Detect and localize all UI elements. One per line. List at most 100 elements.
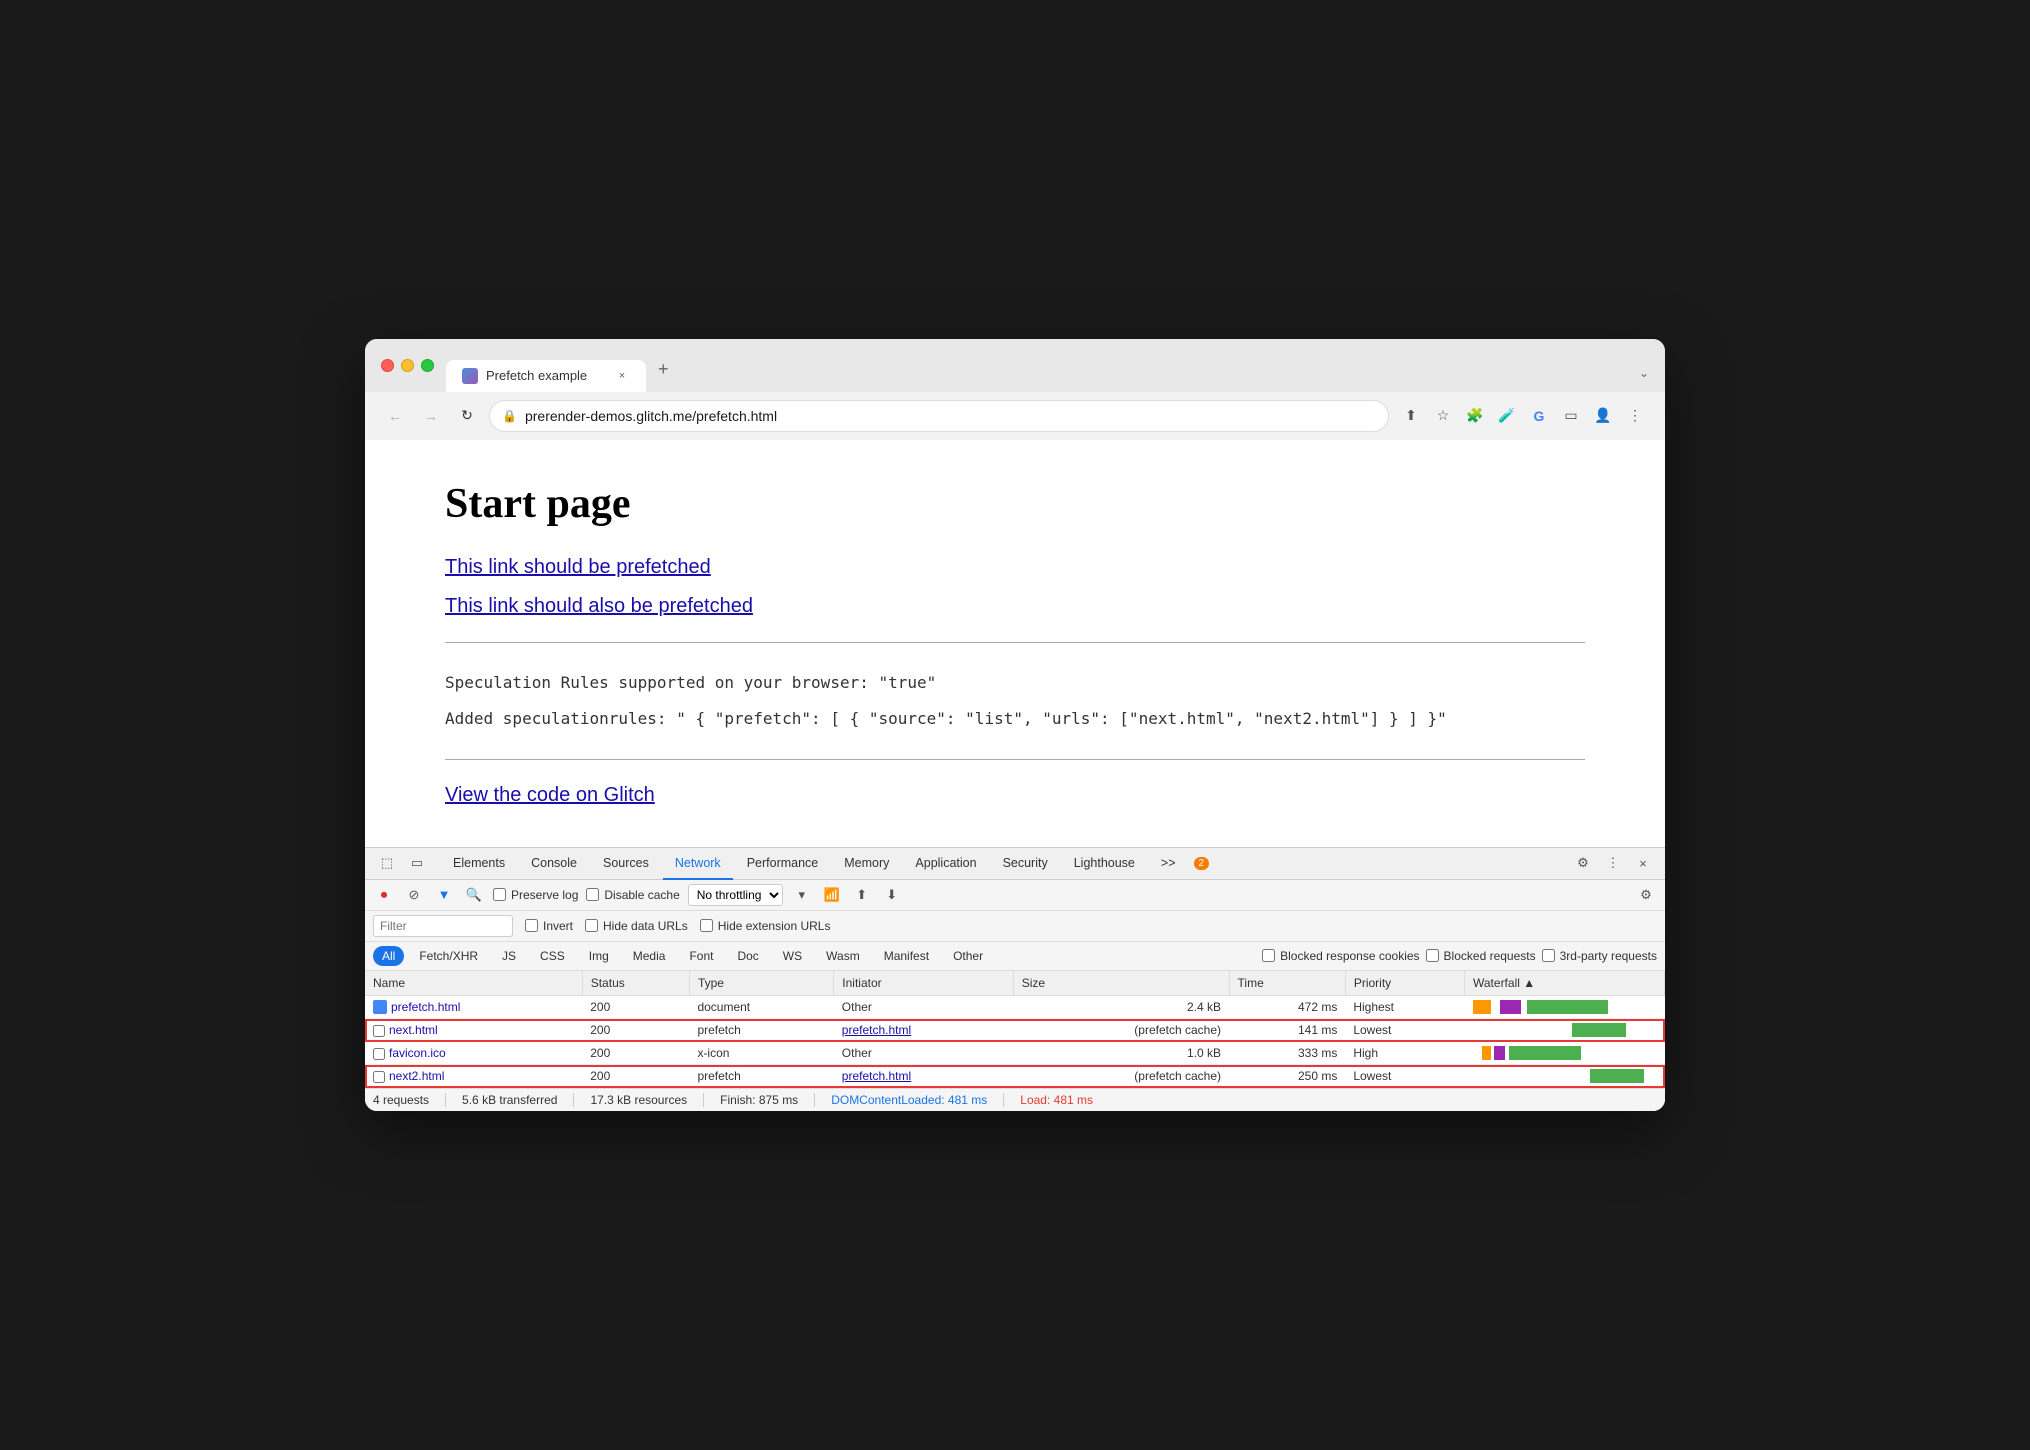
bytes-transferred: 5.6 kB transferred bbox=[462, 1093, 557, 1107]
record-button[interactable]: ⏺ bbox=[373, 884, 395, 906]
throttle-select[interactable]: No throttling bbox=[688, 884, 783, 906]
th-initiator[interactable]: Initiator bbox=[834, 971, 1013, 996]
close-traffic-light[interactable] bbox=[381, 359, 394, 372]
side-panel-icon[interactable]: ▭ bbox=[1557, 402, 1585, 430]
filter-manifest[interactable]: Manifest bbox=[875, 946, 938, 966]
initiator-link[interactable]: prefetch.html bbox=[842, 1069, 911, 1083]
wifi-icon[interactable]: 📶 bbox=[821, 884, 843, 906]
filter-wasm[interactable]: Wasm bbox=[817, 946, 869, 966]
preserve-log-checkbox[interactable] bbox=[493, 888, 506, 901]
table-row[interactable]: favicon.ico200x-iconOther1.0 kB333 msHig… bbox=[365, 1042, 1665, 1065]
blocked-response-cookies-checkbox[interactable] bbox=[1262, 949, 1275, 962]
hide-data-urls-label[interactable]: Hide data URLs bbox=[585, 919, 688, 933]
filter-ws[interactable]: WS bbox=[774, 946, 811, 966]
tab-list-chevron[interactable]: ⌄ bbox=[1639, 366, 1649, 392]
glitch-link[interactable]: View the code on Glitch bbox=[445, 784, 1585, 807]
blocked-requests-checkbox[interactable] bbox=[1426, 949, 1439, 962]
link2[interactable]: This link should also be prefetched bbox=[445, 595, 1585, 618]
upload-icon[interactable]: ⬆ bbox=[851, 884, 873, 906]
tab-lighthouse[interactable]: Lighthouse bbox=[1062, 848, 1147, 878]
clear-button[interactable]: ⊘ bbox=[403, 884, 425, 906]
invert-label[interactable]: Invert bbox=[525, 919, 573, 933]
filter-doc[interactable]: Doc bbox=[728, 946, 767, 966]
menu-icon[interactable]: ⋮ bbox=[1621, 402, 1649, 430]
devtools-more-icon[interactable]: ⋮ bbox=[1599, 849, 1627, 877]
filter-img[interactable]: Img bbox=[580, 946, 618, 966]
row-checkbox[interactable] bbox=[373, 1071, 385, 1083]
filter-input[interactable] bbox=[373, 915, 513, 937]
th-name[interactable]: Name bbox=[365, 971, 582, 996]
table-row[interactable]: next2.html200prefetchprefetch.html(prefe… bbox=[365, 1065, 1665, 1088]
maximize-traffic-light[interactable] bbox=[421, 359, 434, 372]
blocked-response-cookies-label[interactable]: Blocked response cookies bbox=[1262, 949, 1419, 963]
google-icon[interactable]: G bbox=[1525, 402, 1553, 430]
filter-other[interactable]: Other bbox=[944, 946, 992, 966]
initiator-link[interactable]: prefetch.html bbox=[842, 1023, 911, 1037]
reload-button[interactable]: ↻ bbox=[453, 402, 481, 430]
hide-data-urls-checkbox[interactable] bbox=[585, 919, 598, 932]
tab-application[interactable]: Application bbox=[903, 848, 988, 878]
devtools-sidebar-icons: ⬚ ▭ bbox=[373, 849, 431, 877]
tab-more[interactable]: >> bbox=[1149, 848, 1188, 878]
profile-icon[interactable]: 👤 bbox=[1589, 402, 1617, 430]
filter-icon[interactable]: ▼ bbox=[433, 884, 455, 906]
table-row[interactable]: prefetch.html200documentOther2.4 kB472 m… bbox=[365, 995, 1665, 1019]
labs-icon[interactable]: 🧪 bbox=[1493, 402, 1521, 430]
cell-waterfall bbox=[1465, 995, 1665, 1019]
filter-js[interactable]: JS bbox=[493, 946, 525, 966]
row-checkbox[interactable] bbox=[373, 1025, 385, 1037]
tab-security[interactable]: Security bbox=[991, 848, 1060, 878]
th-time[interactable]: Time bbox=[1229, 971, 1345, 996]
th-priority[interactable]: Priority bbox=[1345, 971, 1464, 996]
throttle-dropdown-icon[interactable]: ▾ bbox=[791, 884, 813, 906]
share-icon[interactable]: ⬆ bbox=[1397, 402, 1425, 430]
bookmark-icon[interactable]: ☆ bbox=[1429, 402, 1457, 430]
tab-close-button[interactable]: × bbox=[614, 368, 630, 384]
tab-sources[interactable]: Sources bbox=[591, 848, 661, 878]
devtools-device-icon[interactable]: ▭ bbox=[403, 849, 431, 877]
cell-size: 1.0 kB bbox=[1013, 1042, 1229, 1065]
filter-font[interactable]: Font bbox=[680, 946, 722, 966]
minimize-traffic-light[interactable] bbox=[401, 359, 414, 372]
table-row[interactable]: next.html200prefetchprefetch.html(prefet… bbox=[365, 1019, 1665, 1042]
tab-network[interactable]: Network bbox=[663, 848, 733, 880]
network-settings-icon[interactable]: ⚙ bbox=[1635, 884, 1657, 906]
filter-media[interactable]: Media bbox=[624, 946, 675, 966]
th-waterfall[interactable]: Waterfall ▲ bbox=[1465, 971, 1665, 996]
hide-extension-urls-label[interactable]: Hide extension URLs bbox=[700, 919, 831, 933]
search-network-button[interactable]: 🔍 bbox=[463, 884, 485, 906]
cell-waterfall bbox=[1465, 1065, 1665, 1088]
invert-checkbox[interactable] bbox=[525, 919, 538, 932]
devtools-inspect-icon[interactable]: ⬚ bbox=[373, 849, 401, 877]
hide-extension-urls-checkbox[interactable] bbox=[700, 919, 713, 932]
th-status[interactable]: Status bbox=[582, 971, 689, 996]
devtools-close-icon[interactable]: × bbox=[1629, 849, 1657, 877]
disable-cache-label[interactable]: Disable cache bbox=[586, 888, 679, 902]
address-bar[interactable]: 🔒 prerender-demos.glitch.me/prefetch.htm… bbox=[489, 400, 1389, 432]
tab-console[interactable]: Console bbox=[519, 848, 589, 878]
third-party-requests-checkbox[interactable] bbox=[1542, 949, 1555, 962]
devtools-settings-icon[interactable]: ⚙ bbox=[1569, 849, 1597, 877]
tab-memory[interactable]: Memory bbox=[832, 848, 901, 878]
link1[interactable]: This link should be prefetched bbox=[445, 556, 1585, 579]
third-party-requests-label[interactable]: 3rd-party requests bbox=[1542, 949, 1657, 963]
th-size[interactable]: Size bbox=[1013, 971, 1229, 996]
blocked-requests-label[interactable]: Blocked requests bbox=[1426, 949, 1536, 963]
th-type[interactable]: Type bbox=[689, 971, 833, 996]
download-icon[interactable]: ⬇ bbox=[881, 884, 903, 906]
new-tab-button[interactable]: + bbox=[646, 351, 681, 392]
active-tab[interactable]: Prefetch example × bbox=[446, 360, 646, 392]
filter-css[interactable]: CSS bbox=[531, 946, 574, 966]
filter-all[interactable]: All bbox=[373, 946, 404, 966]
filter-fetch-xhr[interactable]: Fetch/XHR bbox=[410, 946, 487, 966]
toolbar: ← → ↻ 🔒 prerender-demos.glitch.me/prefet… bbox=[365, 392, 1665, 440]
cell-size: 2.4 kB bbox=[1013, 995, 1229, 1019]
forward-button[interactable]: → bbox=[417, 402, 445, 430]
row-checkbox[interactable] bbox=[373, 1048, 385, 1060]
tab-performance[interactable]: Performance bbox=[735, 848, 831, 878]
disable-cache-checkbox[interactable] bbox=[586, 888, 599, 901]
tab-elements[interactable]: Elements bbox=[441, 848, 517, 878]
extensions-icon[interactable]: 🧩 bbox=[1461, 402, 1489, 430]
preserve-log-label[interactable]: Preserve log bbox=[493, 888, 578, 902]
back-button[interactable]: ← bbox=[381, 402, 409, 430]
